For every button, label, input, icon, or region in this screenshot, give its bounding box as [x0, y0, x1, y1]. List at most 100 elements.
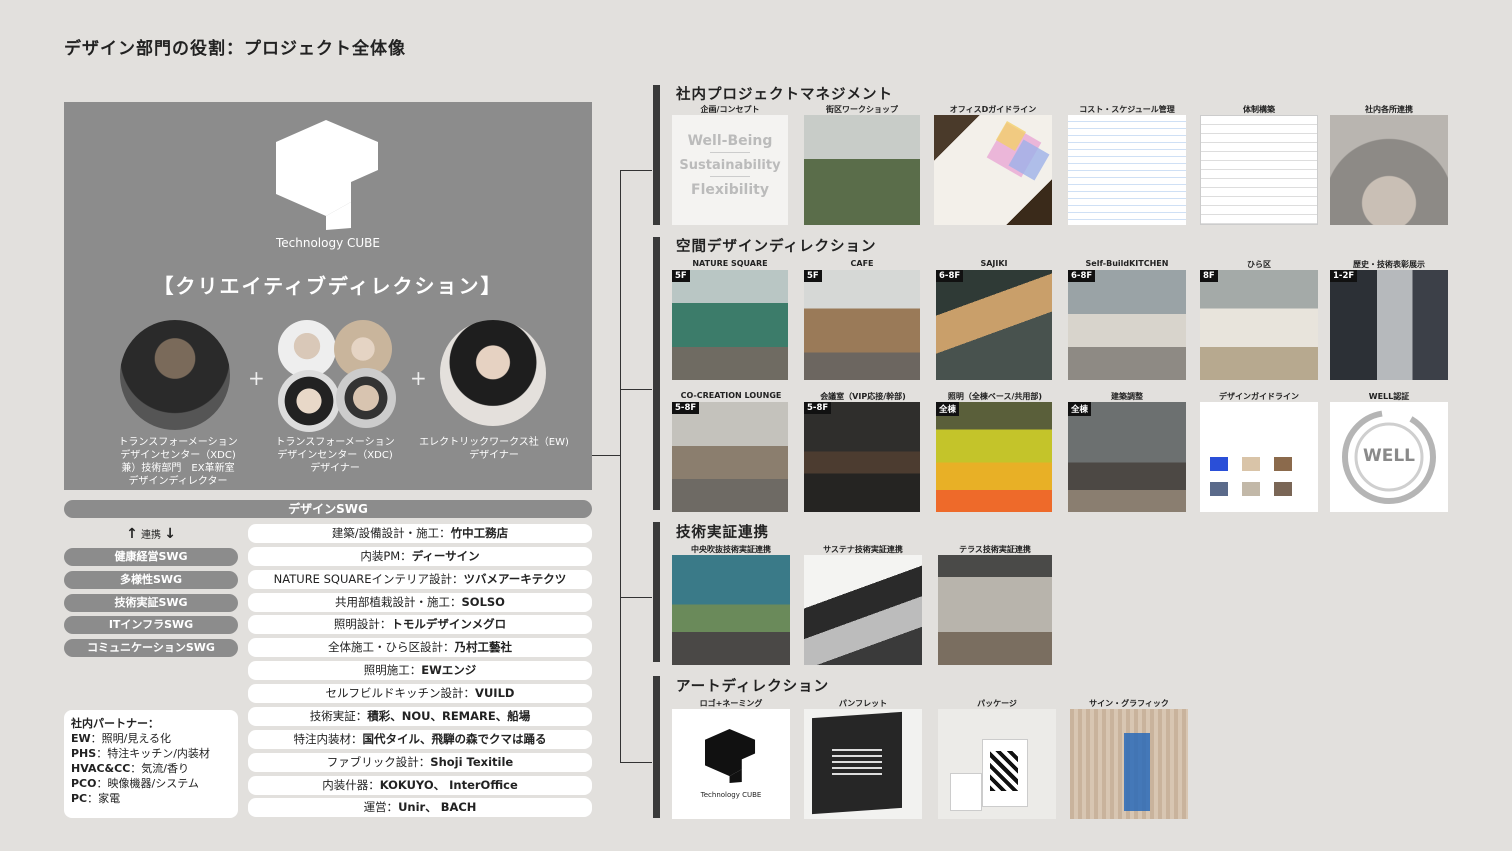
space-photo: 5F [672, 270, 788, 380]
role-row: 照明施工：EWエンジ [248, 661, 592, 680]
section-title-art: アートディレクション [676, 679, 830, 695]
thumb-label: オフィスDガイドライン [949, 105, 1037, 114]
thumb-label: 企画/コンセプト [700, 105, 760, 114]
director-photo [120, 320, 230, 430]
section-title-space: 空間デザインディレクション [676, 239, 877, 255]
thumb-label: サステナ技術実証連携 [823, 545, 903, 554]
designer-photo [336, 368, 396, 428]
logo-text: Technology CUBE [275, 236, 380, 250]
thumb-label: パンフレット [838, 699, 888, 708]
role-row: NATURE SQUAREインテリア設計：ツバメアーキテクツ [248, 570, 592, 589]
design-guideline-doc [1200, 402, 1318, 512]
section-bar [653, 522, 660, 662]
space-photo: 6-8F [936, 270, 1052, 380]
well-certification-badge: WELL [1330, 402, 1448, 512]
thumb-label: 街区ワークショップ [826, 105, 898, 114]
role-row: 内装PM：ディーサイン [248, 547, 592, 566]
thumb-label: WELL認証 [1368, 392, 1410, 401]
designer-photo [278, 370, 340, 432]
swg-pill: 健康経営SWG [64, 548, 238, 566]
thumb-label: SAJIKI [980, 259, 1008, 268]
thumb-label: CO-CREATION LOUNGE [680, 391, 782, 400]
role-row: 特注内装材：国代タイル、飛騨の森でクマは踊る [248, 730, 592, 749]
thumb-label: ロゴ+ネーミング [699, 699, 763, 708]
thumb-label: Self-BuildKITCHEN [1085, 259, 1169, 268]
guideline-photo [934, 115, 1052, 225]
plus-sign: + [410, 366, 427, 390]
technology-cube-logo [705, 729, 756, 783]
thumb-label: サイン・グラフィック [1089, 699, 1169, 708]
connector-line [620, 170, 621, 763]
sign-graphic-thumb [1070, 709, 1188, 819]
pamphlet-thumb [804, 709, 922, 819]
swg-pill: ITインフラSWG [64, 616, 238, 634]
space-photo: 8F [1200, 270, 1318, 380]
thumb-label: 体制構築 [1243, 105, 1275, 114]
concept-thumb: Well-Being Sustainability Flexibility [672, 115, 788, 225]
thumb-label: 中央吹抜技術実証連携 [691, 545, 771, 554]
hero-title: 【クリエイティブディレクション】 [153, 274, 503, 298]
tech-photo [938, 555, 1052, 665]
connector-line [620, 389, 652, 390]
workshop-photo [804, 115, 920, 225]
logo-naming-thumb: Technology CUBE [672, 709, 790, 819]
renkei-label: ↑ 連携 ↓ [126, 526, 176, 542]
space-photo: 5-8F [672, 402, 788, 512]
thumb-label: テラス技術実証連携 [959, 545, 1031, 554]
role-row: 共用部植栽設計・施工：SOLSO [248, 593, 592, 612]
ew-designer-photo [440, 320, 546, 426]
internal-partners-box: 社内パートナー： EW：照明/見える化 PHS：特注キッチン/内装材 HVAC&… [64, 710, 238, 818]
caption-xdc-designer: トランスフォーメーション デザインセンター（XDC) デザイナー [275, 437, 395, 474]
section-title-pm: 社内プロジェクトマネジメント [676, 87, 893, 103]
arrow-up-icon: ↑ [126, 526, 138, 542]
partner-line: PHS：特注キッチン/内装材 [71, 747, 210, 760]
thumb-label: 社内各所連携 [1365, 105, 1413, 114]
partner-line: EW：照明/見える化 [71, 732, 172, 745]
role-row: 内装什器：KOKUYO、 InterOffice [248, 776, 592, 795]
creative-direction-panel: Technology CUBE 【クリエイティブディレクション】 + + トラン… [64, 102, 592, 490]
plus-sign: + [248, 366, 265, 390]
thumb-label: 会議室（VIP応接/幹部) [820, 392, 906, 401]
role-row: 技術実証：積彩、NOU、REMARE、船場 [248, 707, 592, 726]
connector-line [620, 597, 652, 598]
swg-pill: 技術実証SWG [64, 594, 238, 612]
connector-line [592, 455, 620, 456]
partner-line: HVAC&CC：気流/香り [71, 762, 190, 775]
thumb-label: パッケージ [977, 699, 1017, 708]
space-photo: 全棟 [1068, 402, 1186, 512]
cube-interior-photo [1330, 115, 1448, 225]
thumb-label: 歴史・技術表彰展示 [1353, 260, 1425, 269]
space-photo: 1-2F [1330, 270, 1448, 380]
role-row: 全体施工・ひら区設計：乃村工藝社 [248, 638, 592, 657]
section-bar [653, 85, 660, 225]
role-row: 建築/設備設計・施工：竹中工務店 [248, 524, 592, 543]
design-swg-bar: デザインSWG [64, 500, 592, 518]
lighting-heatmap-image: 全棟 [936, 402, 1052, 512]
connector-line [620, 170, 652, 171]
swg-pill: コミュニケーションSWG [64, 639, 238, 657]
section-title-tech: 技術実証連携 [676, 525, 769, 541]
org-chart-image [1200, 115, 1318, 225]
role-row: ファブリック設計：Shoji Texitile [248, 753, 592, 772]
thumb-label: 照明（全棟ベース/共用部) [947, 392, 1043, 401]
thumb-label: NATURE SQUARE [692, 259, 768, 268]
role-row: セルフビルドキッチン設計：VUILD [248, 684, 592, 703]
thumb-label: CAFE [850, 259, 874, 268]
partner-line: PCO：映像機器/システム [71, 777, 199, 790]
space-photo: 6-8F [1068, 270, 1186, 380]
page-title: デザイン部門の役割：プロジェクト全体像 [64, 39, 406, 59]
thumb-label: デザインガイドライン [1219, 392, 1299, 401]
space-photo: 5-8F [804, 402, 920, 512]
role-row: 照明設計：トモルデザインメグロ [248, 615, 592, 634]
tech-photo [804, 555, 922, 665]
caption-director: トランスフォーメーション デザインセンター（XDC) 兼）技術部門 EX革新室 … [118, 437, 238, 487]
partner-line: PC：家電 [71, 792, 121, 805]
arrow-down-icon: ↓ [164, 526, 176, 542]
section-bar [653, 676, 660, 818]
swg-pill: 多様性SWG [64, 571, 238, 589]
connector-line [620, 762, 652, 763]
thumb-label: 建築調整 [1111, 392, 1143, 401]
caption-ew-designer: エレクトリックワークス社（EW) デザイナー [419, 437, 569, 461]
role-row: 運営：Unir、 BACH [248, 798, 592, 817]
thumb-label: ひら区 [1247, 260, 1271, 269]
